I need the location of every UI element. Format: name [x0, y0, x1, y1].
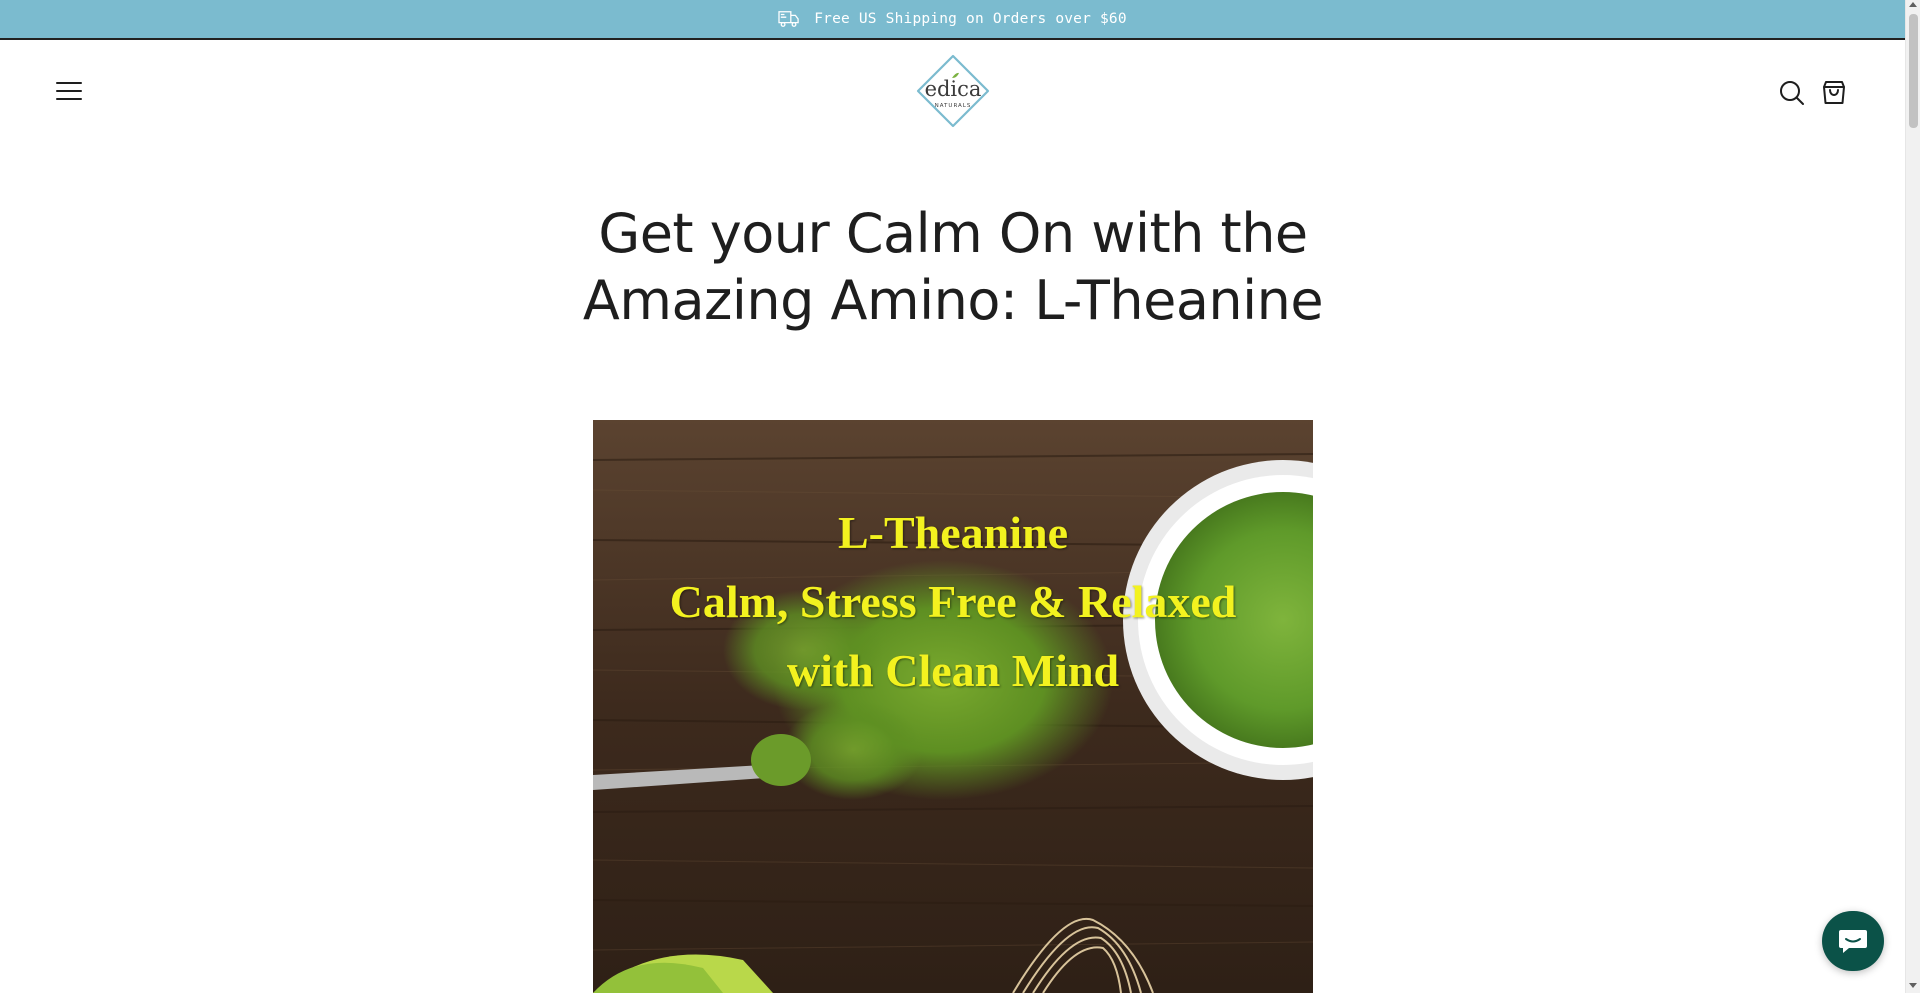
site-header: edica NATURALS	[0, 42, 1905, 142]
scroll-down-arrow-icon[interactable]	[1909, 983, 1917, 988]
logo-subtext: NATURALS	[935, 103, 972, 109]
announcement-bar: Free US Shipping on Orders over $60	[0, 0, 1905, 40]
hero-caption-line: Calm, Stress Free & Relaxed	[669, 576, 1237, 627]
chat-bubble-icon	[1839, 930, 1867, 953]
logo-wordmark: edica	[925, 77, 982, 101]
truck-icon	[778, 11, 799, 27]
article-title: Get your Calm On with the Amazing Amino:…	[582, 202, 1324, 332]
chat-button[interactable]	[1822, 911, 1884, 971]
edica-naturals-logo[interactable]: edica NATURALS	[916, 54, 990, 128]
shopping-bag-icon[interactable]	[1820, 78, 1848, 106]
scroll-up-arrow-icon[interactable]	[1909, 2, 1917, 7]
search-icon[interactable]	[1778, 79, 1806, 107]
hero-caption: L-Theanine Calm, Stress Free & Relaxed w…	[593, 498, 1313, 705]
hamburger-menu-icon[interactable]	[56, 82, 82, 102]
hero-caption-line: with Clean Mind	[786, 645, 1120, 696]
scrollbar-thumb[interactable]	[1909, 14, 1918, 128]
announcement-text: Free US Shipping on Orders over $60	[814, 11, 1127, 27]
page-scrollbar[interactable]	[1905, 0, 1920, 993]
hero-caption-line: L-Theanine	[837, 507, 1069, 558]
hero-image: L-Theanine Calm, Stress Free & Relaxed w…	[593, 420, 1313, 993]
